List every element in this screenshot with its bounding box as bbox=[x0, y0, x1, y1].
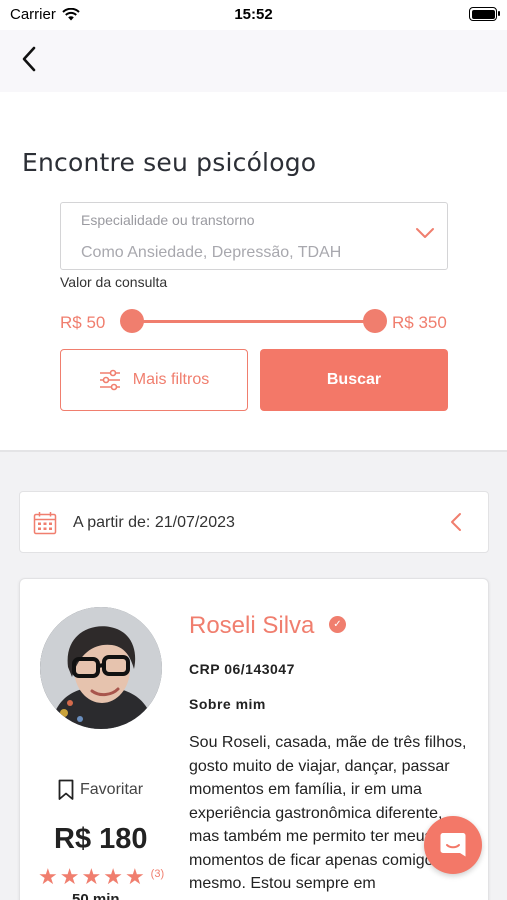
specialty-select[interactable]: Especialidade ou transtorno Como Ansieda… bbox=[60, 202, 448, 270]
rating-stars: ★ ★ ★ ★ ★ (3) bbox=[38, 866, 164, 888]
price-slider-min-handle[interactable] bbox=[120, 309, 144, 333]
back-button[interactable] bbox=[14, 44, 44, 74]
chevron-down-icon bbox=[416, 228, 434, 238]
star-icon: ★ bbox=[59, 864, 80, 889]
about-heading: Sobre mim bbox=[189, 696, 266, 712]
status-bar: Carrier 15:52 bbox=[0, 0, 507, 30]
specialty-label: Especialidade ou transtorno bbox=[81, 212, 255, 228]
calendar-icon bbox=[33, 512, 57, 535]
avatar bbox=[40, 607, 162, 729]
profile-photo bbox=[40, 607, 162, 729]
sliders-icon bbox=[99, 369, 120, 391]
date-filter[interactable]: A partir de: 21/07/2023 bbox=[19, 491, 489, 553]
professional-name[interactable]: Roseli Silva bbox=[189, 612, 314, 640]
chevron-left-icon[interactable] bbox=[450, 512, 462, 532]
price-max-value: R$ 350 bbox=[392, 313, 447, 332]
star-icon: ★ bbox=[81, 864, 102, 889]
about-text: Sou Roseli, casada, mãe de três filhos, … bbox=[189, 734, 467, 892]
star-icon: ★ bbox=[124, 864, 145, 889]
favorite-button[interactable]: Favoritar bbox=[58, 779, 143, 801]
chat-button[interactable] bbox=[424, 816, 482, 874]
chevron-left-icon bbox=[22, 46, 36, 72]
search-button[interactable]: Buscar bbox=[260, 349, 448, 411]
price-range-label: Valor da consulta bbox=[60, 274, 168, 290]
price-slider-track[interactable] bbox=[132, 320, 375, 323]
more-filters-button[interactable]: Mais filtros bbox=[60, 349, 248, 411]
chat-icon bbox=[440, 833, 466, 857]
page-title: Encontre seu psicólogo bbox=[22, 148, 317, 177]
navigation-bar bbox=[0, 30, 507, 92]
date-filter-text: A partir de: 21/07/2023 bbox=[73, 514, 235, 531]
crp-number: CRP 06/143047 bbox=[189, 661, 295, 677]
search-panel: Encontre seu psicólogo Especialidade ou … bbox=[0, 92, 507, 452]
session-price: R$ 180 bbox=[54, 823, 148, 855]
price-min-value: R$ 50 bbox=[60, 313, 106, 332]
session-duration: 50 min bbox=[72, 891, 120, 900]
professional-card[interactable]: Favoritar R$ 180 ★ ★ ★ ★ ★ (3) 50 min Ro… bbox=[19, 578, 489, 900]
clock: 15:52 bbox=[234, 6, 273, 23]
more-filters-label: Mais filtros bbox=[132, 371, 210, 388]
favorite-label: Favoritar bbox=[80, 781, 144, 798]
specialty-placeholder: Como Ansiedade, Depressão, TDAH bbox=[81, 244, 342, 261]
star-icon: ★ bbox=[103, 864, 123, 889]
rating-count: (3) bbox=[150, 868, 165, 880]
verified-badge-icon: ✓ bbox=[329, 616, 346, 633]
bookmark-icon bbox=[58, 779, 74, 800]
price-slider-max-handle[interactable] bbox=[363, 309, 387, 333]
star-icon: ★ bbox=[38, 864, 58, 889]
battery-icon bbox=[469, 7, 500, 21]
